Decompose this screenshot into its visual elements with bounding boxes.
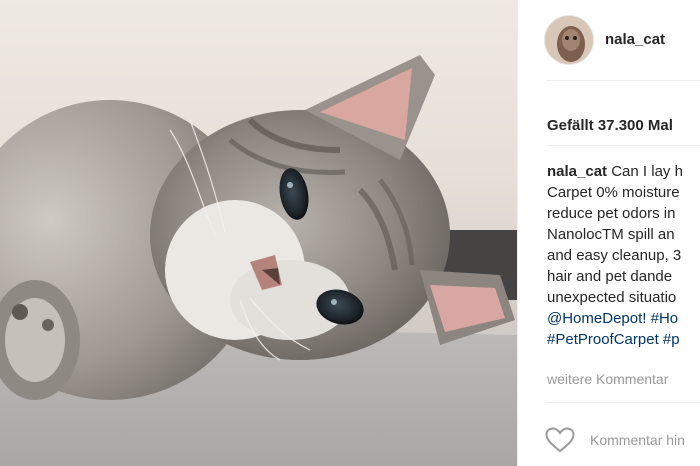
caption-line: NanolocTM spill an xyxy=(547,226,675,243)
header-divider xyxy=(546,80,700,81)
post-photo[interactable] xyxy=(0,0,517,466)
caption-text: Can I lay h xyxy=(611,163,683,180)
header-username[interactable]: nala_cat xyxy=(605,31,665,48)
caption-line: Carpet 0% moisture xyxy=(547,184,680,201)
caption-line: unexpected situatio xyxy=(547,289,677,306)
avatar-image xyxy=(545,16,593,64)
heart-outline-icon[interactable] xyxy=(545,427,575,453)
more-comments-link[interactable]: weitere Kommentar xyxy=(547,371,668,387)
caption-line: nala_cat Can I lay h xyxy=(547,161,700,182)
caption-line: reduce pet odors in xyxy=(547,205,676,222)
caption-line: hair and pet dande xyxy=(547,268,673,285)
post-sidebar: nala_cat Gefällt 37.300 Mal nala_cat Can… xyxy=(517,0,700,466)
likes-divider xyxy=(546,145,700,146)
caption-username[interactable]: nala_cat xyxy=(547,163,607,180)
post-caption: nala_cat Can I lay h Carpet 0% moisture … xyxy=(547,161,700,350)
cat-photo-illustration xyxy=(0,55,517,466)
caption-hashtag-line[interactable]: #PetProofCarpet #p xyxy=(547,329,700,350)
caption-mention-line[interactable]: @HomeDepot! #Ho xyxy=(547,308,700,329)
avatar[interactable] xyxy=(545,16,593,64)
caption-line: and easy cleanup, 3 xyxy=(547,247,682,264)
post-header: nala_cat xyxy=(518,0,700,80)
likes-count[interactable]: Gefällt 37.300 Mal xyxy=(547,117,673,134)
comment-input[interactable]: Kommentar hin xyxy=(590,432,685,448)
comments-divider xyxy=(546,402,700,403)
